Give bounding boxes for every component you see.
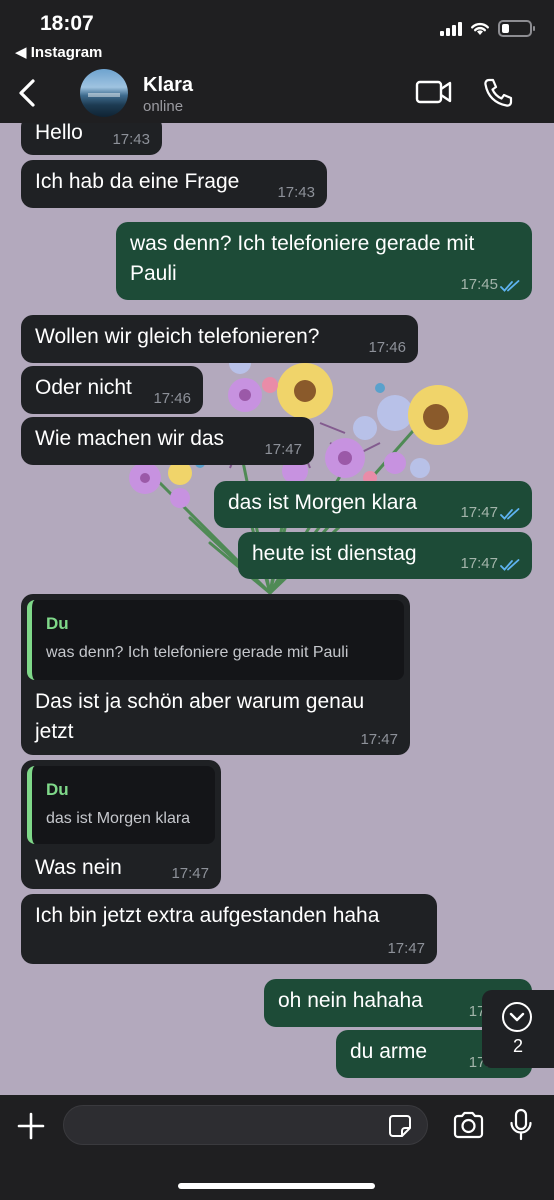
battery-icon <box>498 20 535 37</box>
incoming-message[interactable]: Ich hab da eine Frage 17:43 <box>21 160 327 208</box>
read-receipt-icon <box>500 559 520 571</box>
quoted-sender: Du <box>46 614 69 633</box>
message-time: 17:43 <box>277 184 315 201</box>
message-time: 17:43 <box>112 131 150 148</box>
video-call-icon[interactable] <box>415 78 453 106</box>
incoming-message[interactable]: Wollen wir gleich telefonieren? 17:46 <box>21 315 418 363</box>
plus-icon[interactable] <box>17 1112 45 1140</box>
outgoing-message[interactable]: heute ist dienstag 17:47 <box>238 532 532 579</box>
incoming-message[interactable]: Du das ist Morgen klara Was nein 17:47 <box>21 760 221 889</box>
incoming-message[interactable]: Oder nicht 17:46 <box>21 366 203 414</box>
incoming-message[interactable]: Hello 17:43 <box>21 123 162 155</box>
top-bar: 18:07 ◀ Instagram Klara online <box>0 0 554 123</box>
message-time: 17:46 <box>368 339 406 356</box>
camera-icon[interactable] <box>452 1111 485 1139</box>
composer-bar <box>0 1095 554 1200</box>
outgoing-message[interactable]: das ist Morgen klara 17:47 <box>214 481 532 528</box>
phone-call-icon[interactable] <box>482 77 514 109</box>
message-text: das ist Morgen klara <box>228 491 418 514</box>
read-receipt-icon <box>500 508 520 520</box>
quoted-sender: Du <box>46 780 69 799</box>
chat-area[interactable]: Hello 17:43 Ich hab da eine Frage 17:43 was … <box>0 123 554 1095</box>
back-to-instagram-link[interactable]: ◀ Instagram <box>15 43 102 61</box>
contact-status: online <box>143 98 184 115</box>
wifi-icon <box>471 22 489 35</box>
status-time: 18:07 <box>40 12 94 35</box>
message-text: Wollen wir gleich telefonieren? <box>35 325 320 348</box>
cellular-signal-icon <box>440 21 462 36</box>
incoming-message[interactable]: Ich bin jetzt extra aufgestanden haha 17:… <box>21 894 437 964</box>
quoted-text: was denn? Ich telefoniere gerade mit Pau… <box>46 644 349 661</box>
message-text: Ich hab da eine Frage <box>35 170 240 193</box>
message-time: 17:47 <box>360 731 398 748</box>
quoted-text: das ist Morgen klara <box>46 810 191 827</box>
message-time: 17:45 <box>460 276 498 293</box>
message-time: 17:46 <box>153 390 191 407</box>
message-time: 17:47 <box>264 441 302 458</box>
message-text: Das ist ja schön aber warum genau jetzt <box>35 690 365 743</box>
message-text: Was nein <box>35 856 122 879</box>
message-input[interactable] <box>63 1105 428 1145</box>
outgoing-message[interactable]: was denn? Ich telefoniere gerade mit Pau… <box>116 222 532 300</box>
read-receipt-icon <box>500 280 520 292</box>
message-time: 17:47 <box>460 555 498 572</box>
quoted-reply[interactable]: Du was denn? Ich telefoniere gerade mit P… <box>27 600 404 680</box>
scroll-to-bottom-button[interactable]: 2 <box>482 990 554 1068</box>
message-text: heute ist dienstag <box>252 542 417 565</box>
message-time: 17:47 <box>171 865 209 882</box>
sticker-icon[interactable] <box>388 1114 412 1138</box>
message-text: oh nein hahaha <box>278 989 423 1012</box>
status-icons <box>440 20 535 37</box>
message-text: Wie machen wir das <box>35 427 225 450</box>
message-text: Ich bin jetzt extra aufgestanden haha <box>35 904 380 927</box>
chevron-down-icon <box>502 1002 532 1032</box>
contact-avatar[interactable] <box>80 69 128 117</box>
unread-count-badge: 2 <box>512 1036 523 1056</box>
message-text: du arme <box>350 1040 428 1063</box>
message-text: Hello <box>35 123 83 144</box>
message-time: 17:47 <box>387 940 425 957</box>
incoming-message[interactable]: Du was denn? Ich telefoniere gerade mit P… <box>21 594 410 755</box>
incoming-message[interactable]: Wie machen wir das 17:47 <box>21 417 314 465</box>
quoted-reply[interactable]: Du das ist Morgen klara <box>27 766 215 844</box>
message-time: 17:47 <box>460 504 498 521</box>
home-indicator <box>178 1183 375 1189</box>
message-text: Oder nicht <box>35 376 132 399</box>
microphone-icon[interactable] <box>509 1108 533 1142</box>
contact-name[interactable]: Klara <box>143 74 193 97</box>
back-chevron-icon[interactable] <box>14 76 42 110</box>
